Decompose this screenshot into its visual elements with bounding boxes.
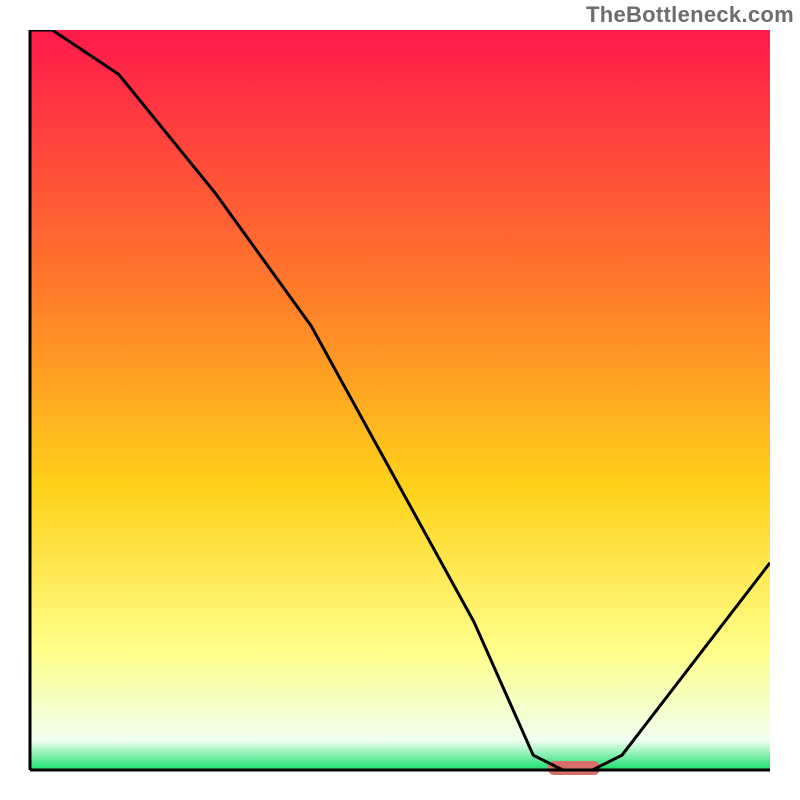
- plot-background: [30, 30, 770, 770]
- bottleneck-chart: [0, 0, 800, 800]
- watermark-text: TheBottleneck.com: [586, 2, 794, 28]
- chart-stage: TheBottleneck.com: [0, 0, 800, 800]
